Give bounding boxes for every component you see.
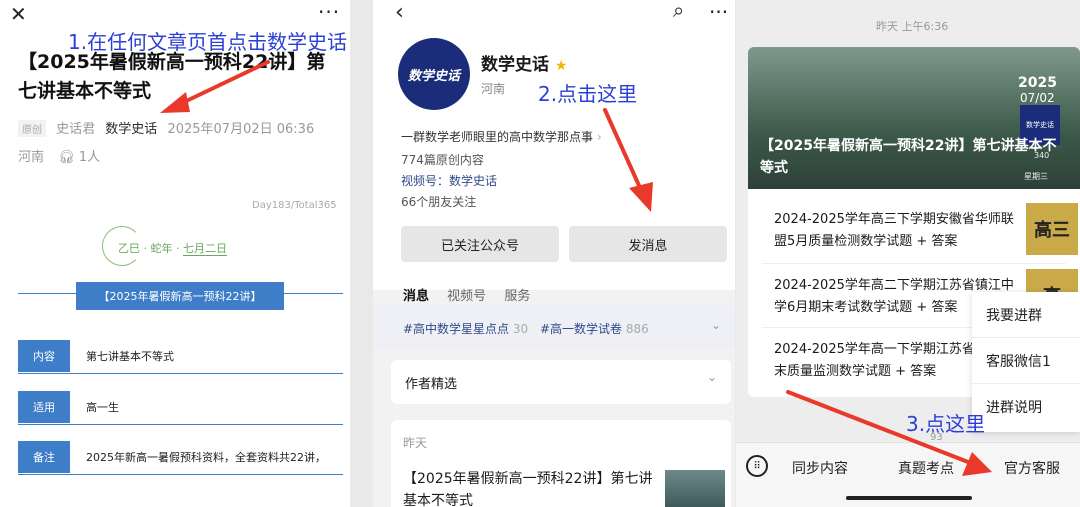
search-icon[interactable]: ⌕ [673, 0, 684, 22]
headphone-icon: 🎧︎ [58, 150, 75, 165]
location-row: 河南 🎧︎ 1人 [18, 146, 100, 165]
location: 河南 [18, 150, 45, 165]
lunar-year: 乙巳 [118, 242, 140, 255]
zodiac: 蛇年 [150, 242, 173, 255]
tag-item[interactable]: #高中数学星星点点 [403, 322, 509, 336]
account-avatar[interactable]: 数学史话 [398, 38, 470, 110]
bio-text: 一群数学老师眼里的高中数学那点事 [401, 130, 594, 144]
row-text: 2025年新高一暑假预科资料，全套资料共22讲， [86, 451, 326, 464]
friends-follow: 66个朋友关注 [401, 195, 477, 209]
article-meta: 原创 史话君 数学史话 2025年07月02日 06:36 [18, 118, 314, 137]
row-text: 第七讲基本不等式 [86, 350, 174, 363]
tag-count: 30 [512, 322, 529, 336]
tag-item[interactable]: #高一数学试卷 [540, 322, 622, 336]
menu-sync-content[interactable]: 同步内容 [792, 458, 848, 478]
article-title: 【2025年暑假新高一预科22讲】第七讲基本不等式 [18, 51, 326, 102]
chat-panel: 昨天 上午6:36 2025 07/02 数学史话 340 星期三 【2025年… [736, 0, 1080, 507]
more-dots-icon[interactable]: ··· [709, 0, 728, 24]
row-divider [18, 373, 343, 374]
hero-date: 07/02 [1020, 91, 1055, 105]
video-channel-row[interactable]: 视频号：数学史话 [401, 172, 497, 189]
profile-tabs: 消息 视频号 服务 [403, 285, 530, 308]
info-row-note: 备注 2025年新高一暑假预科资料，全套资料共22讲， [18, 441, 343, 475]
close-icon[interactable]: ✕ [10, 2, 27, 26]
menu-official-service[interactable]: 官方客服 [1004, 458, 1060, 478]
row-label: 适用 [18, 391, 70, 423]
more-dots-icon[interactable]: ··· [318, 0, 340, 24]
account-profile-panel: ‹ ⌕ ··· 数学史话 数学史话 ★ 河南 2.点击这里 一群数学老师眼里的高… [373, 0, 735, 507]
home-indicator [846, 496, 972, 500]
hero-title: 【2025年暑假新高一预科22讲】第七讲基本不等式 [760, 138, 1057, 176]
row-divider [18, 424, 343, 425]
divider [762, 263, 1066, 264]
hero-year: 2025 [1018, 75, 1057, 91]
followed-button[interactable]: 已关注公众号 [401, 226, 559, 262]
send-message-button[interactable]: 发消息 [569, 226, 727, 262]
info-row-audience: 适用 高一生 [18, 391, 343, 425]
annotation-step2: 2.点击这里 [538, 82, 638, 106]
annotation-step3: 3.点这里 [906, 412, 986, 436]
menu-exam-points[interactable]: 真题考点 [898, 458, 954, 478]
lunar-line: 乙巳 · 蛇年 · 七月二日 [118, 242, 227, 256]
list-thumbnail: 高三 [1026, 203, 1078, 255]
article-thumbnail [665, 470, 725, 507]
tag-list: #高中数学星星点点 30 #高一数学试卷 886 [403, 320, 649, 337]
chat-timestamp: 昨天 上午6:36 [876, 20, 949, 33]
author-name: 史话君 [56, 122, 96, 137]
menu-item-group-info[interactable]: 进群说明 [972, 384, 1080, 430]
row-label: 内容 [18, 340, 70, 372]
chevron-down-icon: ⌄ [707, 370, 718, 384]
featured-label: 作者精选 [405, 377, 458, 392]
account-region: 河南 [481, 82, 506, 96]
original-count: 774篇原创内容 [401, 153, 484, 167]
featured-section[interactable]: 作者精选 ⌄ [391, 360, 731, 404]
account-name: 数学史话 [481, 55, 549, 75]
day-counter: Day183/Total365 [252, 200, 337, 211]
date-label: 昨天 [403, 436, 428, 450]
lunar-date: 七月二日 [183, 242, 227, 256]
row-divider [18, 474, 343, 475]
tab-video[interactable]: 视频号 [447, 289, 486, 304]
row-text: 高一生 [86, 401, 119, 414]
article-card[interactable]: 昨天 【2025年暑假新高一预科22讲】第七讲基本不等式 [391, 420, 731, 507]
original-badge: 原创 [18, 120, 46, 137]
tab-service[interactable]: 服务 [504, 289, 530, 304]
article-panel: ✕ ··· 1.在任何文章页首点击数学史话 【2025年暑假新高一预科22讲】第… [0, 0, 350, 507]
account-link[interactable]: 数学史话 [105, 122, 157, 137]
account-name-row: 数学史话 ★ [481, 50, 567, 75]
tag-count: 886 [625, 322, 649, 336]
menu-item-service-wechat[interactable]: 客服微信1 [972, 338, 1080, 384]
star-icon: ★ [554, 58, 568, 74]
back-icon[interactable]: ‹ [395, 0, 404, 25]
chevron-right-icon: › [593, 130, 602, 144]
video-name: 数学史话 [449, 174, 498, 188]
hero-card[interactable]: 2025 07/02 数学史话 340 星期三 【2025年暑假新高一预科22讲… [748, 47, 1080, 189]
row-label: 备注 [18, 441, 70, 473]
list-item[interactable]: 2024-2025学年高三下学期安徽省华师联盟5月质量检测数学试题 + 答案 [774, 209, 1024, 253]
keyboard-icon[interactable]: ⠿ [746, 455, 768, 477]
video-label: 视频号： [401, 174, 450, 188]
article-title: 【2025年暑假新高一预科22讲】第七讲基本不等式 [403, 471, 653, 507]
account-bio[interactable]: 一群数学老师眼里的高中数学那点事 › [401, 128, 602, 145]
menu-item-join-group[interactable]: 我要进群 [972, 292, 1080, 338]
publish-date: 2025年07月02日 06:36 [167, 122, 315, 137]
listen-count: 1人 [78, 150, 101, 165]
service-popup: 我要进群 客服微信1 进群说明 [972, 292, 1080, 432]
series-banner: 【2025年暑假新高一预科22讲】 [76, 282, 284, 310]
info-row-content: 内容 第七讲基本不等式 [18, 340, 343, 374]
chevron-down-icon[interactable]: ⌄ [711, 318, 721, 332]
